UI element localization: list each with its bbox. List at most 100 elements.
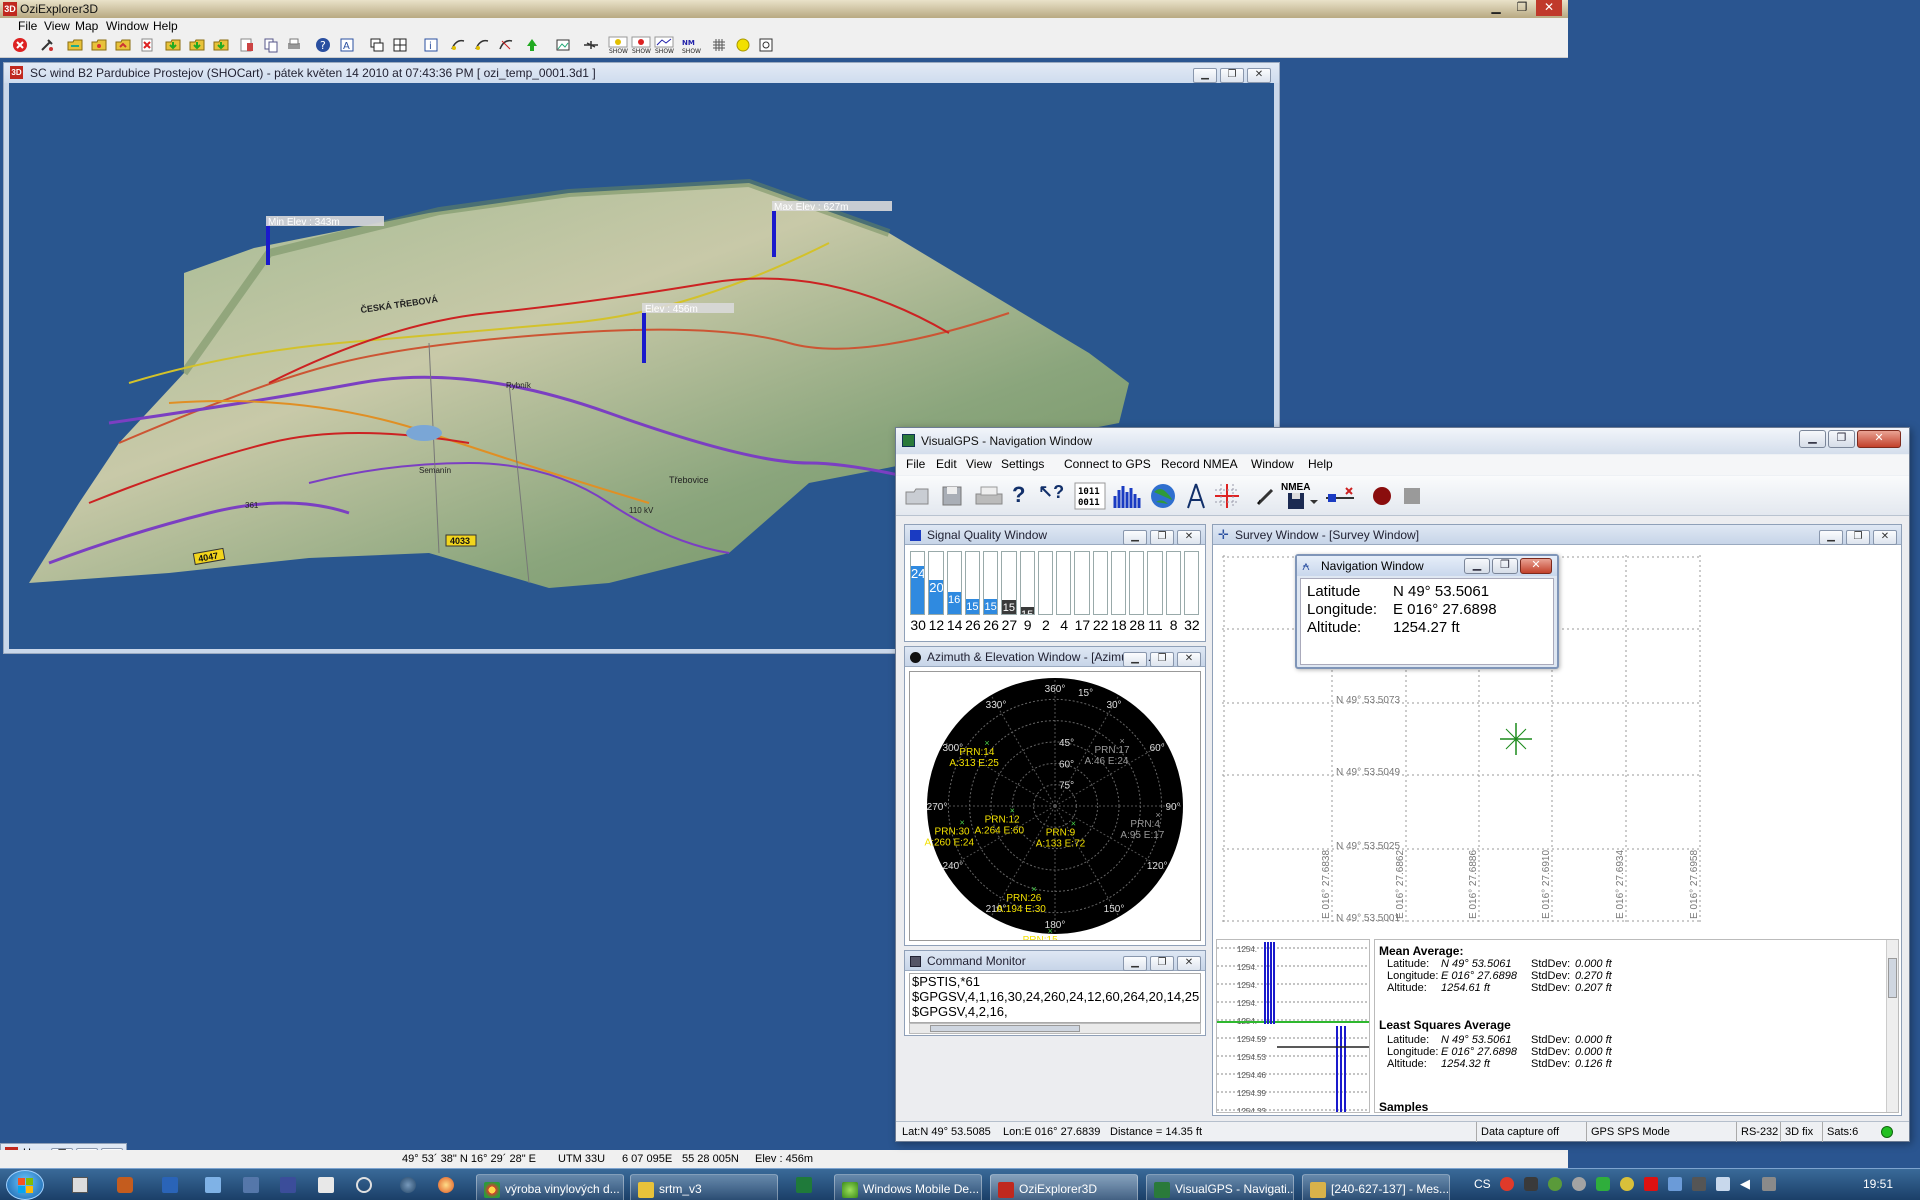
open-folder3-icon[interactable] bbox=[112, 34, 134, 56]
open-folder-icon[interactable] bbox=[64, 34, 86, 56]
vgps-menu-help[interactable]: Help bbox=[1302, 455, 1339, 473]
taskbar-task-folder[interactable]: srtm_v3 bbox=[630, 1174, 778, 1200]
about-icon[interactable]: A bbox=[336, 34, 358, 56]
tray-icon-7[interactable] bbox=[1644, 1177, 1658, 1191]
command-minimize-button[interactable]: ▁ bbox=[1123, 956, 1147, 971]
load3-icon[interactable] bbox=[210, 34, 232, 56]
taskbar-excel-icon[interactable] bbox=[796, 1177, 812, 1193]
settings-icon[interactable] bbox=[755, 34, 777, 56]
azimuth-close-button[interactable]: ✕ bbox=[1177, 652, 1201, 667]
connect-icon[interactable] bbox=[1324, 484, 1356, 511]
binary-data-icon[interactable]: 1011 0011 bbox=[1074, 482, 1106, 513]
vgps-maximize-button[interactable]: ❐ bbox=[1828, 430, 1855, 448]
stats-vscrollbar[interactable] bbox=[1886, 940, 1898, 1112]
clock[interactable]: 19:51 bbox=[1863, 1177, 1893, 1191]
survey-minimize-button[interactable]: ▁ bbox=[1819, 530, 1843, 545]
signal-restore-button[interactable]: ❐ bbox=[1150, 530, 1174, 545]
taskbar-task-chrome[interactable]: výroba vinylových d... bbox=[476, 1174, 624, 1200]
vgps-minimize-button[interactable]: ▁ bbox=[1799, 430, 1826, 448]
taskbar-task-mobile[interactable]: Windows Mobile De... bbox=[834, 1174, 982, 1200]
info-icon[interactable]: i bbox=[420, 34, 442, 56]
taskbar-task-visualgps[interactable]: VisualGPS - Navigati... bbox=[1146, 1174, 1294, 1200]
signal-bars-icon[interactable] bbox=[1112, 482, 1142, 513]
tray-volume-icon[interactable]: ◀ bbox=[1740, 1177, 1750, 1191]
globe-icon[interactable] bbox=[1148, 482, 1178, 513]
taskbar-task-ozi[interactable]: OziExplorer3D bbox=[990, 1174, 1138, 1200]
cascade-icon[interactable] bbox=[366, 34, 388, 56]
grid-icon[interactable] bbox=[708, 34, 730, 56]
signal-close-button[interactable]: ✕ bbox=[1177, 530, 1201, 545]
nav-maximize-button[interactable]: ❐ bbox=[1492, 558, 1518, 574]
quicklaunch-save-icon[interactable] bbox=[280, 1177, 296, 1193]
tray-icon-5[interactable] bbox=[1596, 1177, 1610, 1191]
show-desktop-quicklaunch-icon[interactable] bbox=[72, 1177, 88, 1193]
tile-icon[interactable] bbox=[389, 34, 411, 56]
track2-icon[interactable] bbox=[471, 34, 493, 56]
tray-icon-4[interactable] bbox=[1572, 1177, 1586, 1191]
copy-icon[interactable] bbox=[260, 34, 282, 56]
vgps-menu-window[interactable]: Window bbox=[1245, 455, 1300, 473]
taskbar-task-messenger[interactable]: [240-627-137] - Mes... bbox=[1302, 1174, 1450, 1200]
track3-icon[interactable] bbox=[495, 34, 517, 56]
tray-icon-8[interactable] bbox=[1668, 1177, 1682, 1191]
load-icon[interactable] bbox=[162, 34, 184, 56]
map-minimize-button[interactable]: ▁ bbox=[1193, 68, 1217, 83]
show-nmea-icon[interactable]: NM SHOW bbox=[680, 34, 702, 56]
vgps-close-button[interactable]: ✕ bbox=[1857, 430, 1901, 448]
tools-icon[interactable] bbox=[36, 34, 58, 56]
show-tracks-icon[interactable]: SHOW bbox=[653, 34, 675, 56]
quicklaunch-mail2-icon[interactable] bbox=[318, 1177, 334, 1193]
quicklaunch-mail-icon[interactable] bbox=[205, 1177, 221, 1193]
vgps-menu-connect[interactable]: Connect to GPS bbox=[1058, 455, 1157, 473]
image-icon[interactable] bbox=[552, 34, 574, 56]
tray-icon-10[interactable] bbox=[1762, 1177, 1776, 1191]
quicklaunch-explorer-icon[interactable] bbox=[162, 1177, 178, 1193]
nav-minimize-button[interactable]: ▁ bbox=[1464, 558, 1490, 574]
map-close-button[interactable]: ✕ bbox=[1247, 68, 1271, 83]
context-help-icon[interactable]: ↖? bbox=[1038, 482, 1064, 503]
quicklaunch-app-icon[interactable] bbox=[117, 1177, 133, 1193]
save-icon[interactable] bbox=[940, 484, 964, 511]
record-button[interactable] bbox=[1370, 484, 1394, 511]
help-question-icon[interactable]: ? bbox=[1012, 482, 1025, 508]
close-button[interactable]: ✕ bbox=[1536, 0, 1562, 16]
map-restore-button[interactable]: ❐ bbox=[1220, 68, 1244, 83]
azimuth-minimize-button[interactable]: ▁ bbox=[1123, 652, 1147, 667]
show-events-icon[interactable]: SHOW bbox=[630, 34, 652, 56]
nmea-save-icon[interactable]: NMEA bbox=[1280, 480, 1320, 515]
quicklaunch-search-icon[interactable] bbox=[356, 1177, 372, 1193]
quicklaunch-firefox-icon[interactable] bbox=[438, 1177, 454, 1193]
quicklaunch-ie-icon[interactable] bbox=[400, 1177, 416, 1193]
survey-restore-button[interactable]: ❐ bbox=[1846, 530, 1870, 545]
tray-icon-1[interactable] bbox=[1500, 1177, 1514, 1191]
tray-network-icon[interactable] bbox=[1716, 1177, 1730, 1191]
azimuth-restore-button[interactable]: ❐ bbox=[1150, 652, 1174, 667]
tray-icon-9[interactable] bbox=[1692, 1177, 1706, 1191]
show-waypoints-icon[interactable]: SHOW bbox=[607, 34, 629, 56]
tray-icon-2[interactable] bbox=[1524, 1177, 1538, 1191]
print-disabled-icon[interactable] bbox=[972, 484, 1006, 511]
survey-close-button[interactable]: ✕ bbox=[1873, 530, 1897, 545]
tray-icon-3[interactable] bbox=[1548, 1177, 1562, 1191]
help-icon[interactable]: ? bbox=[312, 34, 334, 56]
start-button[interactable] bbox=[6, 1170, 44, 1200]
menu-help[interactable]: Help bbox=[147, 17, 184, 35]
edit-icon[interactable] bbox=[1254, 484, 1278, 511]
vgps-menu-edit[interactable]: Edit bbox=[930, 455, 963, 473]
survey-icon[interactable] bbox=[1212, 482, 1242, 513]
bookmark-icon[interactable] bbox=[236, 34, 258, 56]
vgps-menu-settings[interactable]: Settings bbox=[995, 455, 1050, 473]
compass-icon[interactable] bbox=[1184, 482, 1208, 513]
command-restore-button[interactable]: ❐ bbox=[1150, 956, 1174, 971]
quicklaunch-keyboard-icon[interactable] bbox=[243, 1177, 259, 1193]
sun-icon[interactable] bbox=[732, 34, 754, 56]
command-text-area[interactable]: $PSTIS,*61 $GPGSV,4,1,16,30,24,260,24,12… bbox=[909, 973, 1201, 1023]
arrow-icon[interactable] bbox=[521, 34, 543, 56]
stop-icon[interactable] bbox=[9, 34, 31, 56]
vgps-menu-record[interactable]: Record NMEA bbox=[1155, 455, 1244, 473]
open-folder2-icon[interactable] bbox=[88, 34, 110, 56]
nav-close-button[interactable]: ✕ bbox=[1520, 558, 1552, 574]
print-icon[interactable] bbox=[283, 34, 305, 56]
close-doc-icon[interactable] bbox=[136, 34, 158, 56]
restore-button[interactable]: ❐ bbox=[1510, 0, 1534, 16]
